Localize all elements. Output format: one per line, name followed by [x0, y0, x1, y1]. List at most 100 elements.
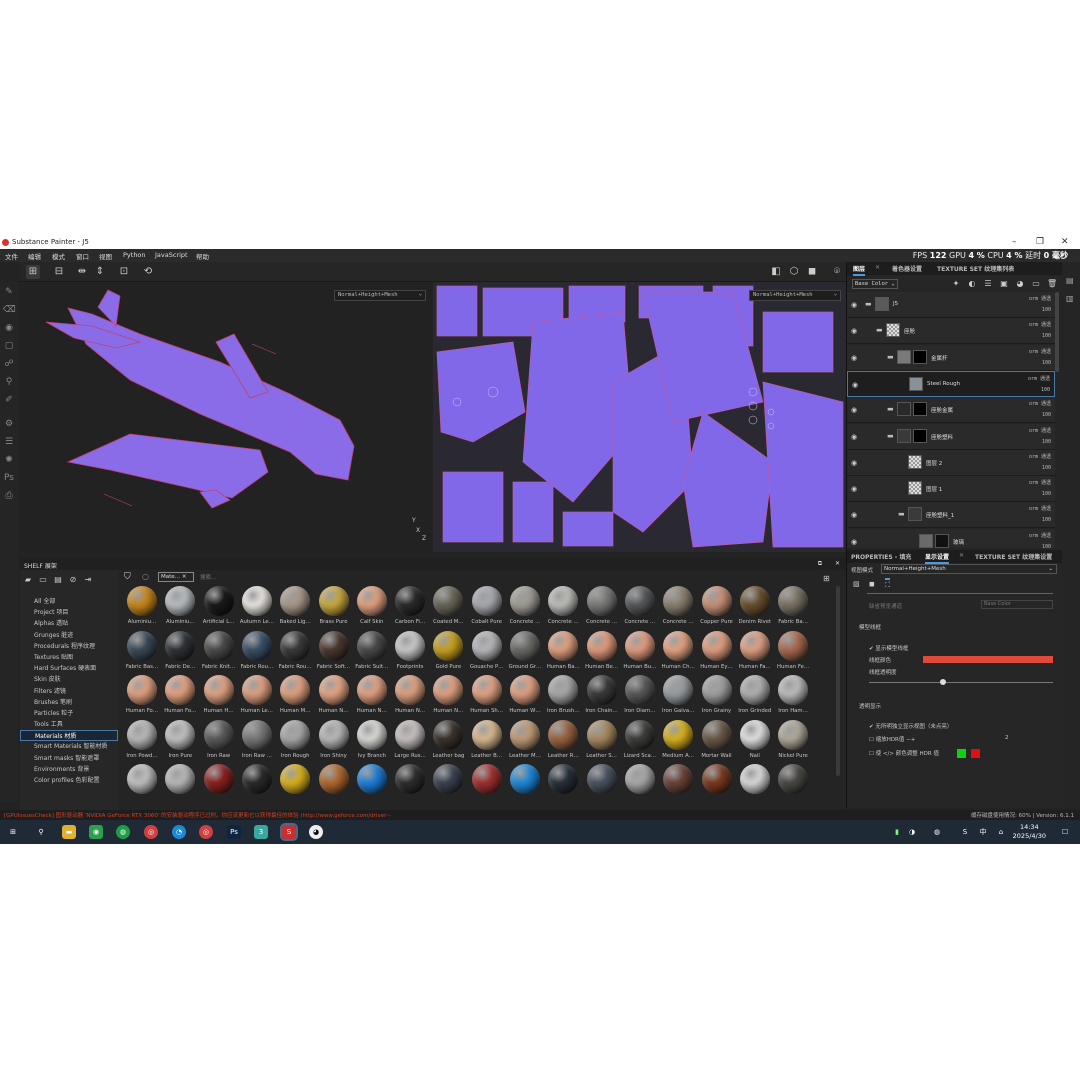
paint-bucket-icon[interactable]: ◕ [1015, 279, 1025, 289]
category-item[interactable]: All 全部 [20, 596, 118, 607]
category-item[interactable]: Grunges 脏迹 [20, 630, 118, 641]
layer-scrollbar[interactable] [1055, 292, 1059, 372]
menu-file[interactable]: 文件 [5, 251, 18, 261]
wireframe-opacity-slider[interactable] [869, 682, 1053, 683]
settings-gear-icon[interactable]: ⚙ [3, 418, 15, 430]
properties-panel-icon[interactable]: ▥ [1066, 294, 1074, 303]
tray-s-icon[interactable]: S [958, 825, 972, 839]
category-item[interactable]: Smart Materials 智能材质 [20, 741, 118, 752]
cube-icon[interactable]: ⬡ [787, 265, 801, 279]
material-tile[interactable]: Iron Chain… [583, 675, 621, 719]
library-icon[interactable]: ▤ [53, 575, 63, 585]
layer-blend-info[interactable]: orm 通透 100 [1028, 374, 1050, 396]
layer-mask-thumbnail[interactable] [913, 402, 927, 417]
layers-panel-icon[interactable]: ▤ [1066, 276, 1074, 285]
material-tile[interactable] [200, 764, 238, 808]
minimize-button[interactable]: – [1012, 237, 1017, 247]
material-tile[interactable] [353, 764, 391, 808]
layer-row[interactable]: ◉ Steel Rough orm 通透 100 [847, 370, 1055, 397]
screenshot-camera-icon[interactable]: ⌾ [830, 265, 844, 279]
material-tile[interactable]: Medium A… [659, 719, 697, 764]
material-tile[interactable]: Ground Gr… [506, 630, 544, 675]
close-button[interactable]: ✕ [1061, 237, 1069, 247]
fit-icon[interactable]: ⊡ [117, 265, 131, 279]
category-item[interactable]: Textures 贴图 [20, 652, 118, 663]
layer-row[interactable]: ◉ ▬ 金属杆 orm 通透 100 [847, 344, 1055, 371]
menu-window[interactable]: 窗口 [76, 251, 89, 261]
photoshop-taskbar-icon[interactable]: Ps [227, 825, 241, 839]
visibility-eye-icon[interactable]: ◉ [851, 459, 857, 467]
material-tile[interactable]: Large Rus… [391, 719, 429, 764]
folder-icon[interactable]: ▬ [876, 326, 883, 334]
material-tile[interactable]: Iron Powd… [123, 719, 161, 764]
close-panel-icon[interactable]: ✕ [835, 560, 840, 567]
maximize-button[interactable]: ❐ [1036, 237, 1044, 247]
material-tile[interactable]: Human Ey… [698, 630, 736, 675]
material-tile[interactable]: Concrete … [544, 586, 582, 630]
shelf-scrollbar[interactable] [836, 586, 840, 776]
layer-blend-info[interactable]: orm 通透 100 [1029, 347, 1051, 369]
channel-field[interactable]: Base Color [981, 600, 1053, 609]
material-tile[interactable]: Denim Rivet [736, 586, 774, 630]
material-tile[interactable] [659, 764, 697, 808]
filter-chip-materials[interactable]: Mate… ✕ [158, 572, 194, 582]
layer-blend-info[interactable]: orm 通透 100 [1029, 478, 1051, 500]
material-tile[interactable]: Concrete … [506, 586, 544, 630]
material-tile[interactable]: Fabric Rou… [238, 630, 276, 675]
tray-app-icon[interactable]: ◑ [905, 825, 919, 839]
material-tile[interactable] [161, 764, 199, 808]
layer-row[interactable]: ◉ ▬ 座舱塑料_1 orm 通透 100 [847, 502, 1055, 529]
add-layer-icon[interactable]: ☰ [983, 279, 993, 289]
material-tile[interactable]: Human M… [276, 675, 314, 719]
material-tile[interactable] [544, 764, 582, 808]
material-tile[interactable]: Human Fo… [161, 675, 199, 719]
delete-layer-icon[interactable]: 🗑 [1047, 279, 1057, 289]
material-tile[interactable]: Human Bu… [621, 630, 659, 675]
view-mode-select[interactable]: Normal+Height+Mesh ⌄ [881, 564, 1057, 574]
smudge-icon[interactable]: ☍ [3, 358, 15, 370]
material-tile[interactable]: Human Be… [583, 630, 621, 675]
material-tile[interactable]: Concrete … [583, 586, 621, 630]
material-tile[interactable] [468, 764, 506, 808]
material-tile[interactable]: Gold Pure [429, 630, 467, 675]
file-explorer-icon[interactable]: ▬ [62, 825, 76, 839]
visibility-eye-icon[interactable]: ◉ [851, 485, 857, 493]
visibility-eye-icon[interactable]: ◉ [851, 511, 857, 519]
material-tile[interactable]: Cobalt Pure [468, 586, 506, 630]
grid-view-icon[interactable]: ⊞ [26, 265, 40, 279]
import-icon[interactable]: ⇥ [83, 575, 93, 585]
edge-icon[interactable]: ◔ [172, 825, 186, 839]
material-tile[interactable] [238, 764, 276, 808]
material-tile[interactable]: Fabric Knit… [200, 630, 238, 675]
layer-row[interactable]: ◉ ▬ 座舱金属 orm 通透 100 [847, 397, 1055, 424]
material-tile[interactable]: Carbon Fi… [391, 586, 429, 630]
tab-properties-fill[interactable]: PROPERTIES - 填充 [851, 552, 911, 561]
isolate-checkbox[interactable]: ✔ 无所明独立显示视图（未点亮） [869, 722, 952, 730]
viewer-settings-icon[interactable]: ⛶ [885, 578, 890, 590]
material-tile[interactable] [123, 764, 161, 808]
material-tile[interactable]: Iron Shiny [315, 719, 353, 764]
material-tile[interactable]: Autumn Le… [238, 586, 276, 630]
slider-handle[interactable] [939, 679, 946, 685]
material-tile[interactable]: Leather R… [544, 719, 582, 764]
reset-view-icon[interactable]: ⟲ [141, 265, 155, 279]
material-tile[interactable]: Leather bag [429, 719, 467, 764]
grid-toggle-icon[interactable]: ⊞ [823, 574, 830, 583]
material-tile[interactable]: Brass Pure [315, 586, 353, 630]
menu-javascript[interactable]: JavaScript [155, 251, 188, 259]
chrome-icon[interactable]: ◎ [144, 825, 158, 839]
category-item[interactable]: Materials 材质 [20, 730, 118, 742]
paint-brush-icon[interactable]: ✎ [3, 286, 15, 298]
viewport-2d-mode-select[interactable]: Normal+Height+Mesh ⌄ [749, 290, 841, 301]
circle-filter-icon[interactable]: ○ [142, 572, 149, 581]
material-tile[interactable]: Concrete … [621, 586, 659, 630]
material-tile[interactable]: Leather S… [583, 719, 621, 764]
material-tile[interactable]: Leather M… [506, 719, 544, 764]
substance-painter-taskbar-icon[interactable]: S [280, 823, 298, 841]
material-tile[interactable] [583, 764, 621, 808]
folder-icon[interactable]: ▬ [887, 353, 894, 361]
input-method-icon[interactable]: 中 [976, 825, 990, 839]
picker-icon[interactable]: ✐ [3, 394, 15, 406]
material-tile[interactable]: Fabric Rou… [276, 630, 314, 675]
material-tile[interactable] [698, 764, 736, 808]
